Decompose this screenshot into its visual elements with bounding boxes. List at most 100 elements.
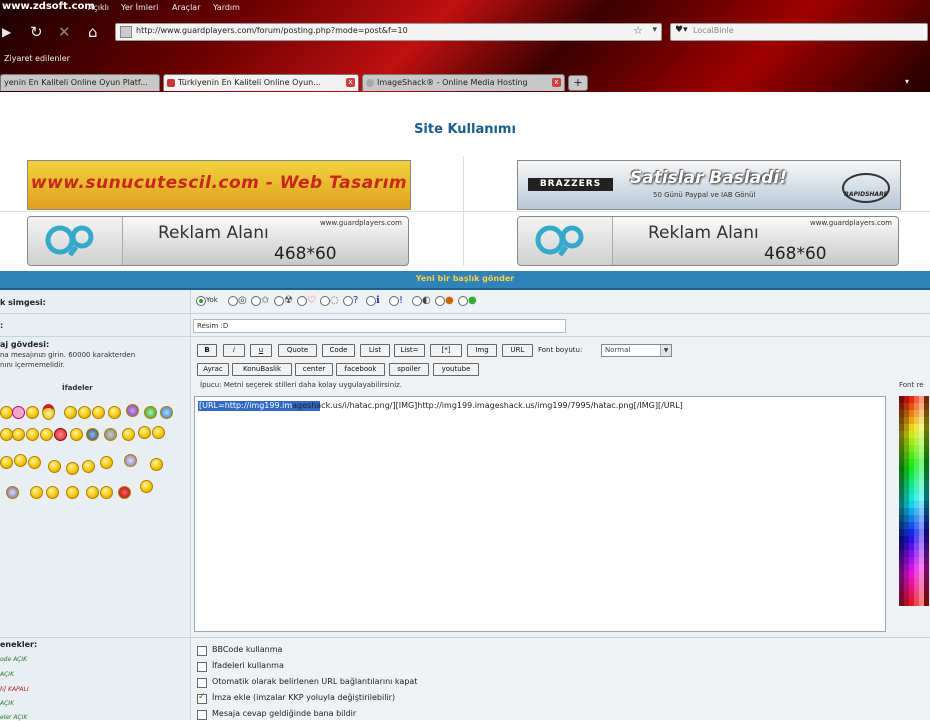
menu-item-bookmarks[interactable]: Yer İmleri [121, 3, 158, 12]
tab-close-icon[interactable]: x [346, 78, 355, 87]
color-swatch[interactable] [924, 466, 929, 473]
icon-radio-none[interactable] [196, 296, 206, 306]
list-button[interactable]: List [360, 344, 390, 357]
color-swatch[interactable] [924, 536, 929, 543]
icon-radio[interactable] [343, 296, 353, 306]
color-swatch[interactable] [924, 487, 929, 494]
icon-radio[interactable] [251, 296, 261, 306]
smiley-icon[interactable] [150, 458, 163, 471]
smiley-icon[interactable] [12, 428, 25, 441]
color-swatch[interactable] [924, 578, 929, 585]
tab-list-button[interactable]: ▾ [905, 77, 909, 86]
smiley-icon[interactable] [70, 428, 83, 441]
tab-guardplayers-2[interactable]: Türkiyenin En Kaliteli Online Oyun... x [163, 74, 359, 91]
new-tab-button[interactable]: + [568, 75, 588, 91]
menu-item-tools[interactable]: Araçlar [172, 3, 200, 12]
smiley-icon[interactable] [144, 406, 157, 419]
ayrac-button[interactable]: Ayrac [197, 363, 229, 376]
list-item-button[interactable]: [*] [430, 344, 462, 357]
smiley-icon[interactable] [100, 486, 113, 499]
smiley-icon[interactable] [78, 406, 91, 419]
search-bar[interactable]: ♥▾ LocalBinle [670, 23, 928, 41]
smiley-icon[interactable] [160, 406, 173, 419]
url-button[interactable]: URL [502, 344, 533, 357]
color-swatch[interactable] [924, 480, 929, 487]
smiley-icon[interactable] [26, 428, 39, 441]
smiley-icon[interactable] [26, 406, 39, 419]
smiley-icon[interactable] [124, 454, 137, 467]
color-swatch[interactable] [924, 410, 929, 417]
message-body-textarea[interactable]: [URL=http://img199.imageshack.us/i/hatac… [194, 396, 886, 632]
icon-radio[interactable] [412, 296, 422, 306]
color-swatch[interactable] [924, 592, 929, 599]
color-swatch[interactable] [924, 529, 929, 536]
address-bar[interactable]: http://www.guardplayers.com/forum/postin… [115, 23, 662, 41]
tab-close-icon[interactable]: x [552, 78, 561, 87]
smiley-icon[interactable] [6, 486, 19, 499]
color-swatch[interactable] [924, 452, 929, 459]
color-swatch[interactable] [924, 431, 929, 438]
bold-button[interactable]: B [197, 344, 217, 357]
code-button[interactable]: Code [322, 344, 355, 357]
icon-radio[interactable] [228, 296, 238, 306]
color-swatch[interactable] [924, 403, 929, 410]
color-swatch[interactable] [924, 522, 929, 529]
smiley-icon[interactable] [86, 486, 99, 499]
color-swatch[interactable] [924, 508, 929, 515]
stop-icon[interactable]: ✕ [58, 23, 71, 41]
color-swatch[interactable] [924, 417, 929, 424]
smiley-icon[interactable] [86, 428, 99, 441]
smiley-alien-icon[interactable] [126, 404, 139, 417]
bookmark-most-visited[interactable]: Ziyaret edilenler [4, 54, 70, 63]
smiley-santa-icon[interactable] [42, 404, 55, 420]
facebook-button[interactable]: facebook [336, 363, 385, 376]
ad-slot-left[interactable]: Reklam Alanı 468*60 www.guardplayers.com [27, 216, 409, 266]
smiley-icon[interactable] [40, 428, 53, 441]
ad-banner-sunucutescil[interactable]: www.sunucutescil.com - Web Tasarım [27, 160, 411, 210]
address-dropdown-icon[interactable]: ▾ [652, 25, 657, 35]
bookmark-star-icon[interactable]: ☆ [633, 24, 643, 37]
reload-icon[interactable]: ↻ [30, 23, 43, 41]
subject-input[interactable]: Resim :D [193, 319, 566, 333]
option-disable-urls-checkbox[interactable] [197, 678, 207, 688]
smiley-icon[interactable] [108, 406, 121, 419]
smiley-icon[interactable] [104, 428, 117, 441]
ad-banner-brazzers[interactable]: BRAZZERS Satislar Basladi! 50 Günü Paypa… [517, 160, 901, 210]
color-swatch[interactable] [924, 585, 929, 592]
list-ordered-button[interactable]: List= [394, 344, 425, 357]
icon-radio[interactable] [274, 296, 284, 306]
color-swatch[interactable] [924, 473, 929, 480]
tab-guardplayers-1[interactable]: yenin En Kaliteli Online Oyun Platf... [0, 74, 160, 91]
color-swatch[interactable] [924, 599, 929, 606]
icon-radio[interactable] [320, 296, 330, 306]
smiley-icon[interactable] [118, 486, 131, 499]
color-swatch[interactable] [924, 564, 929, 571]
color-swatch[interactable] [924, 557, 929, 564]
spoiler-button[interactable]: spoiler [389, 363, 429, 376]
font-size-select[interactable]: Normal ▼ [601, 344, 672, 357]
menu-item-file[interactable]: Açıklı [88, 3, 109, 12]
center-button[interactable]: center [295, 363, 333, 376]
home-icon[interactable]: ⌂ [88, 23, 98, 41]
search-engine-icon[interactable]: ♥▾ [675, 25, 688, 35]
quote-button[interactable]: Quote [278, 344, 317, 357]
color-swatch[interactable] [924, 445, 929, 452]
color-swatch[interactable] [924, 550, 929, 557]
option-disable-bbcode-checkbox[interactable] [197, 646, 207, 656]
smiley-icon[interactable] [66, 486, 79, 499]
color-swatch[interactable] [924, 396, 929, 403]
smiley-icon[interactable] [46, 486, 59, 499]
smiley-icon[interactable] [82, 460, 95, 473]
color-swatch[interactable] [924, 459, 929, 466]
smiley-icon[interactable] [30, 486, 43, 499]
icon-radio[interactable] [458, 296, 468, 306]
icon-radio[interactable] [389, 296, 399, 306]
tab-imageshack[interactable]: ImageShack® - Online Media Hosting x [362, 74, 565, 91]
smiley-icon[interactable] [48, 460, 61, 473]
smiley-icon[interactable] [92, 406, 105, 419]
italic-button[interactable]: i [223, 344, 245, 357]
icon-radio[interactable] [366, 296, 376, 306]
option-notify-reply-checkbox[interactable] [197, 710, 207, 720]
img-button[interactable]: Img [467, 344, 497, 357]
smiley-icon[interactable] [64, 406, 77, 419]
